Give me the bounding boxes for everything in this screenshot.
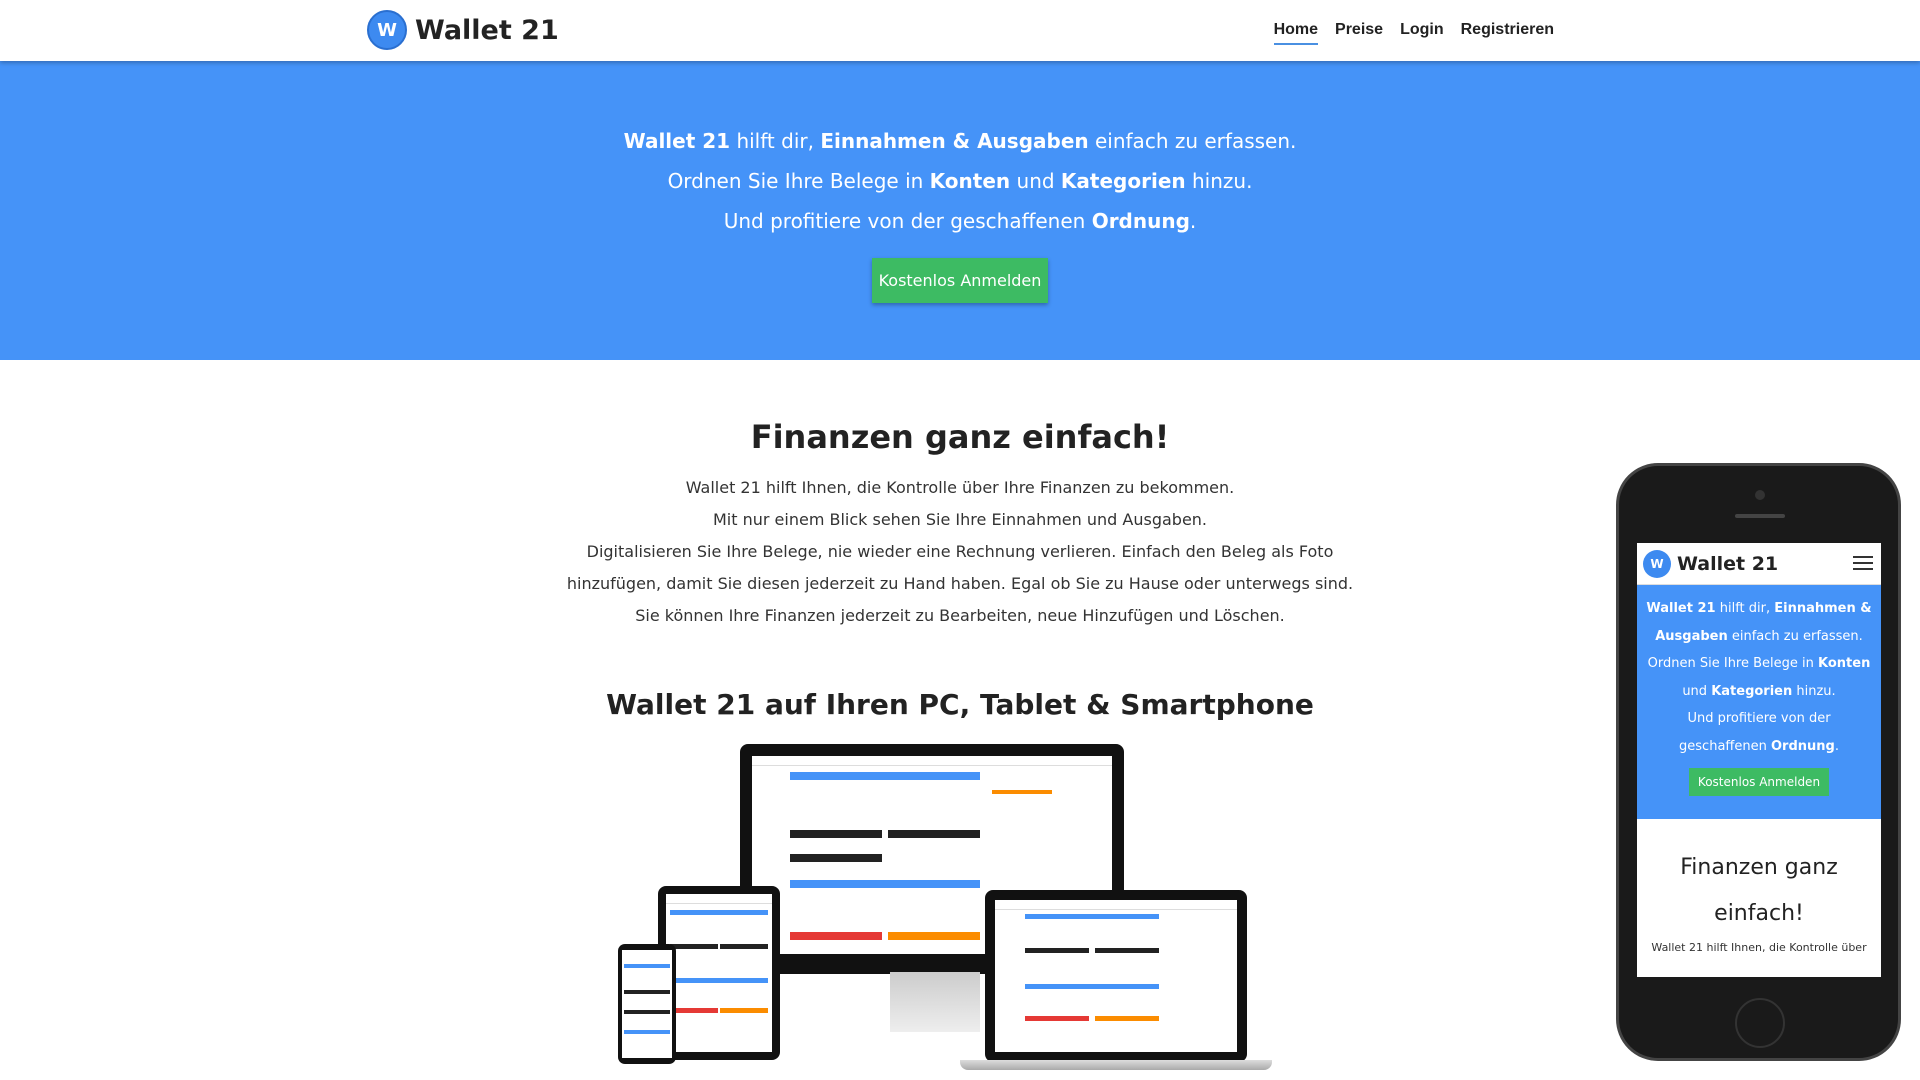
tablet-image <box>658 886 780 1060</box>
hero-line-1: Wallet 21 hilft dir, Einnahmen & Ausgabe… <box>623 129 1297 153</box>
monitor-stand <box>890 972 980 1032</box>
phone-camera <box>1755 490 1765 500</box>
mobile-brand-name: Wallet 21 <box>1677 552 1779 575</box>
hero-line-2: Ordnen Sie Ihre Belege in Konten und Kat… <box>667 169 1253 193</box>
brand-name: Wallet 21 <box>415 14 559 46</box>
nav-registrieren[interactable]: Registrieren <box>1461 21 1554 45</box>
mobile-navbar: W Wallet 21 <box>1637 543 1881 585</box>
hamburger-menu-icon[interactable] <box>1853 556 1873 570</box>
signup-free-button[interactable]: Kostenlos Anmelden <box>872 258 1048 303</box>
phone-home-button <box>1735 998 1785 1048</box>
nav-preise[interactable]: Preise <box>1335 21 1383 45</box>
mobile-logo-icon: W <box>1643 549 1671 578</box>
devices-illustration <box>610 740 1290 1080</box>
hero-line-3: Und profitiere von der geschaffenen Ordn… <box>723 209 1197 233</box>
main-nav: Home Preise Login Registrieren <box>1273 21 1554 45</box>
smartphone-image <box>618 944 676 1064</box>
mobile-page-title: Finanzen ganz einfach! <box>1680 855 1838 926</box>
wallet-logo-icon: W <box>367 10 407 50</box>
top-navbar: W Wallet 21 Home Preise Login Registrier… <box>0 0 1920 61</box>
mobile-hero: Wallet 21 hilft dir, Einnahmen & Ausgabe… <box>1637 585 1881 819</box>
nav-home[interactable]: Home <box>1273 21 1319 45</box>
intro-paragraph: Wallet 21 hilft Ihnen, die Kontrolle übe… <box>566 478 1354 625</box>
laptop-image <box>985 890 1247 1062</box>
phone-speaker <box>1735 514 1785 518</box>
mobile-signup-button[interactable]: Kostenlos Anmelden <box>1688 768 1830 796</box>
hero-section: Wallet 21 hilft dir, Einnahmen & Ausgabe… <box>0 61 1920 360</box>
mobile-phone-mockup: W Wallet 21 Wallet 21 hilft dir, Einnahm… <box>1616 463 1901 1061</box>
nav-login[interactable]: Login <box>1400 21 1444 45</box>
hero-text: Wallet 21 hilft dir, Einnahmen & Ausgabe… <box>0 121 1920 241</box>
laptop-base <box>960 1060 1272 1070</box>
mobile-screen: W Wallet 21 Wallet 21 hilft dir, Einnahm… <box>1637 543 1881 977</box>
brand-link[interactable]: W Wallet 21 <box>367 10 559 50</box>
page-title: Finanzen ganz einfach! <box>750 418 1170 456</box>
mobile-intro-text: Wallet 21 hilft Ihnen, die Kontrolle übe… <box>1651 941 1867 954</box>
